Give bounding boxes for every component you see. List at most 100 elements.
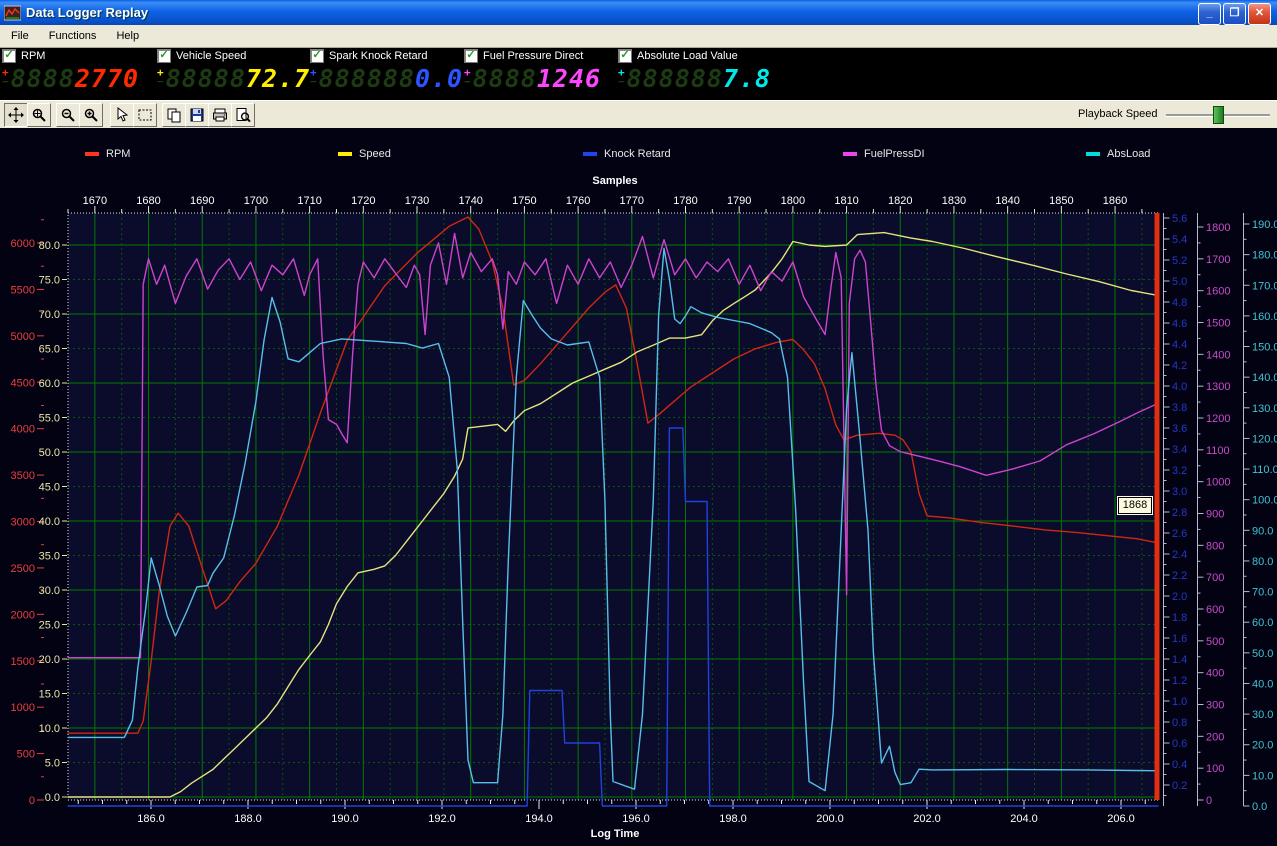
svg-text:100.0: 100.0 <box>1252 495 1277 507</box>
maximize-button[interactable]: ❐ <box>1223 3 1246 25</box>
svg-text:1850: 1850 <box>1049 195 1073 207</box>
svg-text:90.0: 90.0 <box>1252 525 1273 537</box>
channel-checkbox-row: ✓Fuel Pressure Direct <box>464 49 583 63</box>
svg-text:4000: 4000 <box>11 424 35 436</box>
svg-text:900: 900 <box>1206 509 1224 521</box>
seven-segment-display-fuel-pressure-direct: +−88881246 <box>464 64 601 93</box>
svg-text:20.0: 20.0 <box>1252 740 1273 752</box>
svg-text:800: 800 <box>1206 540 1224 552</box>
zoom-out-icon <box>60 107 76 123</box>
svg-text:1750: 1750 <box>512 195 536 207</box>
svg-text:190.0: 190.0 <box>1252 219 1277 231</box>
minimize-button[interactable]: _ <box>1198 3 1221 25</box>
svg-text:1700: 1700 <box>244 195 268 207</box>
svg-text:20.0: 20.0 <box>39 654 60 666</box>
svg-text:3.6: 3.6 <box>1172 423 1187 435</box>
svg-text:30.0: 30.0 <box>39 585 60 597</box>
zoom-in-button[interactable] <box>79 103 103 127</box>
svg-text:1860: 1860 <box>1103 195 1127 207</box>
svg-text:5000: 5000 <box>11 331 35 343</box>
menu-functions[interactable]: Functions <box>40 27 106 45</box>
cursor-button[interactable] <box>110 103 134 127</box>
polarity-indicator: +− <box>618 68 625 86</box>
svg-text:5.2: 5.2 <box>1172 255 1187 267</box>
title-bar[interactable]: Data Logger Replay _❐✕ <box>0 0 1277 25</box>
svg-text:1500: 1500 <box>11 656 35 668</box>
copy-button[interactable] <box>162 103 186 127</box>
svg-text:3.8: 3.8 <box>1172 402 1187 414</box>
checkbox-rpm[interactable]: ✓ <box>2 49 16 63</box>
svg-text:75.0: 75.0 <box>39 275 60 287</box>
save-button[interactable] <box>185 103 209 127</box>
playback-speed-thumb[interactable] <box>1213 106 1224 124</box>
svg-text:2500: 2500 <box>11 563 35 575</box>
svg-text:4.0: 4.0 <box>1172 381 1187 393</box>
display-value: 2770 <box>75 64 139 93</box>
svg-text:60.0: 60.0 <box>39 378 60 390</box>
svg-text:1800: 1800 <box>781 195 805 207</box>
checkbox-fuel-pressure-direct[interactable]: ✓ <box>464 49 478 63</box>
checkbox-vehicle-speed[interactable]: ✓ <box>157 49 171 63</box>
chart-plot[interactable]: 1670168016901700171017201730174017501760… <box>0 128 1277 846</box>
svg-text:70.0: 70.0 <box>1252 587 1273 599</box>
window-buttons: _❐✕ <box>1198 3 1271 25</box>
svg-text:1200: 1200 <box>1206 413 1230 425</box>
save-icon <box>189 107 205 123</box>
chart-panel: RPMSpeedKnock RetardFuelPressDIAbsLoad S… <box>0 128 1277 846</box>
cursor-sample-tooltip: 1868 <box>1118 497 1152 514</box>
svg-text:1770: 1770 <box>620 195 644 207</box>
svg-text:198.0: 198.0 <box>719 813 747 825</box>
logtime-axis-title: Log Time <box>555 828 675 840</box>
svg-text:300: 300 <box>1206 700 1224 712</box>
print-button[interactable] <box>208 103 232 127</box>
svg-text:4500: 4500 <box>11 377 35 389</box>
svg-text:1.4: 1.4 <box>1172 654 1187 666</box>
channel-label: Absolute Load Value <box>637 50 738 62</box>
select-region-button[interactable] <box>133 103 157 127</box>
svg-text:120.0: 120.0 <box>1252 433 1277 445</box>
svg-text:500: 500 <box>17 749 35 761</box>
menu-help[interactable]: Help <box>107 27 148 45</box>
svg-text:1830: 1830 <box>942 195 966 207</box>
svg-text:5500: 5500 <box>11 284 35 296</box>
svg-text:40.0: 40.0 <box>1252 678 1273 690</box>
svg-text:1800: 1800 <box>1206 222 1230 234</box>
zoom-window-button[interactable] <box>27 103 51 127</box>
channel-label: RPM <box>21 50 45 62</box>
svg-text:50.0: 50.0 <box>39 447 60 459</box>
svg-text:1000: 1000 <box>1206 477 1230 489</box>
channel-spark-knock-retard: ✓Spark Knock Retard+−8888880.0 <box>308 48 460 100</box>
zoom-out-button[interactable] <box>56 103 80 127</box>
svg-text:202.0: 202.0 <box>913 813 941 825</box>
svg-text:35.0: 35.0 <box>39 551 60 563</box>
svg-text:1300: 1300 <box>1206 381 1230 393</box>
svg-text:1.8: 1.8 <box>1172 612 1187 624</box>
svg-text:1710: 1710 <box>297 195 321 207</box>
display-value: 72.7 <box>246 64 310 93</box>
svg-text:500: 500 <box>1206 636 1224 648</box>
svg-text:200.0: 200.0 <box>816 813 844 825</box>
checkbox-absolute-load-value[interactable]: ✓ <box>618 49 632 63</box>
menu-file[interactable]: File <box>2 27 38 45</box>
svg-text:1.6: 1.6 <box>1172 633 1187 645</box>
svg-text:4.6: 4.6 <box>1172 318 1187 330</box>
svg-text:2.8: 2.8 <box>1172 507 1187 519</box>
playback-speed-label: Playback Speed <box>1078 108 1158 120</box>
svg-text:1840: 1840 <box>995 195 1019 207</box>
svg-text:194.0: 194.0 <box>525 813 553 825</box>
print-preview-button[interactable] <box>231 103 255 127</box>
seven-segment-display-vehicle-speed: +−8888872.7 <box>157 64 310 93</box>
checkbox-spark-knock-retard[interactable]: ✓ <box>310 49 324 63</box>
svg-text:3.0: 3.0 <box>1172 486 1187 498</box>
close-button[interactable]: ✕ <box>1248 3 1271 25</box>
display-value: 7.8 <box>723 64 771 93</box>
svg-text:0.4: 0.4 <box>1172 759 1187 771</box>
svg-text:1760: 1760 <box>566 195 590 207</box>
svg-text:30.0: 30.0 <box>1252 709 1273 721</box>
svg-text:5.0: 5.0 <box>45 758 60 770</box>
svg-text:2.4: 2.4 <box>1172 549 1187 561</box>
svg-text:1400: 1400 <box>1206 349 1230 361</box>
pan-button[interactable] <box>4 103 28 127</box>
svg-text:1780: 1780 <box>673 195 697 207</box>
menu-bar: FileFunctionsHelp <box>0 25 1277 48</box>
